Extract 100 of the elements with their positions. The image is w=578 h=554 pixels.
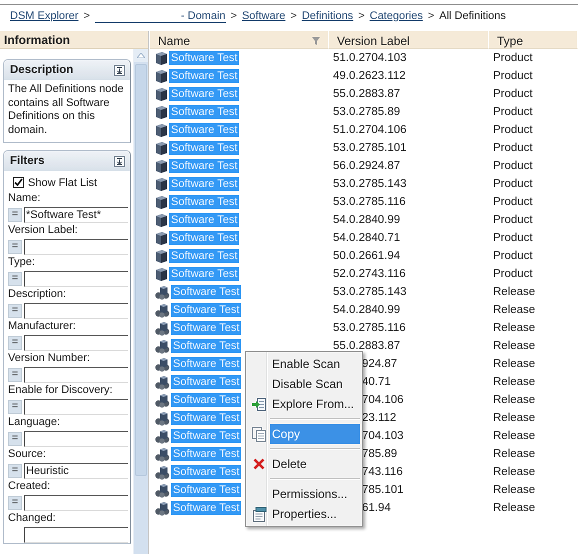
column-header[interactable]: Name: [150, 31, 329, 49]
filter-field[interactable]: [24, 430, 128, 446]
table-cell: Product: [493, 70, 533, 82]
filter-field[interactable]: [24, 398, 128, 414]
menu-item[interactable]: Disable Scan: [270, 374, 360, 394]
box-icon: [155, 212, 168, 228]
breadcrumb-link[interactable]: Definitions: [302, 10, 354, 23]
table-cell: 54.0.2840.99: [333, 304, 400, 316]
column-header[interactable]: Type: [489, 31, 578, 49]
menu-item[interactable]: Properties...: [270, 504, 360, 524]
filter-field[interactable]: [24, 366, 128, 382]
filter-field[interactable]: [24, 494, 128, 510]
table-cell: Product: [493, 250, 533, 262]
name-cell[interactable]: Software Test: [171, 303, 242, 317]
table-cell: Release: [493, 412, 536, 424]
explore-icon: [252, 398, 266, 410]
name-cell[interactable]: Software Test: [171, 357, 242, 371]
box-icon: [155, 248, 168, 264]
filter-field[interactable]: [24, 526, 128, 542]
breadcrumb-link[interactable]: Categories: [370, 10, 423, 23]
operator-button[interactable]: =: [8, 240, 22, 254]
table-cell: Release: [493, 376, 536, 388]
name-cell[interactable]: Software Test: [171, 465, 242, 479]
operator-button[interactable]: =: [8, 336, 22, 350]
filter-field[interactable]: [24, 238, 128, 254]
name-cell[interactable]: Software Test: [169, 51, 240, 65]
operator-button[interactable]: =: [8, 304, 22, 318]
name-cell[interactable]: Software Test: [169, 159, 240, 173]
box-icon: [155, 230, 168, 246]
breadcrumb-link[interactable]: Software: [242, 10, 286, 23]
name-cell[interactable]: Software Test: [171, 501, 242, 515]
name-cell[interactable]: Software Test: [171, 483, 242, 497]
filter-field[interactable]: Heuristic: [24, 462, 128, 478]
menu-item[interactable]: Delete: [270, 454, 360, 474]
breadcrumb-link[interactable]: DSM Explorer: [10, 10, 78, 23]
scrollbar[interactable]: [133, 49, 148, 554]
filter-field[interactable]: [24, 334, 128, 350]
name-cell[interactable]: Software Test: [171, 285, 242, 299]
description-text: The All Definitions node contains all Software Definitions on this domain.: [7, 82, 125, 138]
table-cell: Release: [493, 502, 536, 514]
name-cell[interactable]: Software Test: [169, 267, 240, 281]
collapse-icon[interactable]: [114, 156, 125, 166]
menu-item[interactable]: Permissions...: [270, 484, 360, 504]
name-cell[interactable]: Software Test: [171, 429, 242, 443]
table-cell: Release: [493, 340, 536, 352]
filter-field[interactable]: [24, 270, 128, 286]
operator-button[interactable]: =: [8, 368, 22, 382]
boxes-icon: [155, 410, 170, 426]
table-cell: Product: [493, 88, 533, 100]
checkbox-label: Show Flat List: [28, 176, 98, 188]
operator-button[interactable]: =: [8, 496, 22, 510]
name-cell[interactable]: Software Test: [169, 141, 240, 155]
table-cell: Product: [493, 232, 533, 244]
name-cell[interactable]: Software Test: [171, 393, 242, 407]
name-cell[interactable]: Software Test: [171, 411, 242, 425]
name-cell[interactable]: Software Test: [169, 87, 240, 101]
name-cell[interactable]: Software Test: [171, 321, 242, 335]
menu-item[interactable]: Enable Scan: [270, 354, 360, 374]
filter-field[interactable]: *Software Test*: [24, 206, 128, 222]
name-cell[interactable]: Software Test: [169, 231, 240, 245]
table-cell: 53.0.2785.116: [333, 196, 406, 208]
breadcrumb-separator: >: [230, 10, 237, 23]
table-cell: 49.0.2623.112: [333, 70, 406, 82]
table-cell: 56.0.2924.87: [333, 160, 400, 172]
checkbox[interactable]: [13, 177, 24, 188]
table-cell: 55.0.2883.87: [333, 88, 400, 100]
operator-button[interactable]: =: [8, 208, 22, 222]
name-cell[interactable]: Software Test: [169, 213, 240, 227]
operator-button[interactable]: =: [8, 464, 22, 478]
name-cell[interactable]: Software Test: [171, 339, 242, 353]
boxes-icon: [155, 320, 170, 336]
filter-field[interactable]: [24, 302, 128, 318]
name-cell[interactable]: Software Test: [169, 195, 240, 209]
box-icon: [155, 104, 168, 120]
name-cell[interactable]: Software Test: [169, 177, 240, 191]
name-cell[interactable]: Software Test: [169, 105, 240, 119]
name-cell[interactable]: Software Test: [169, 69, 240, 83]
table-cell: Release: [493, 322, 536, 334]
menu-item[interactable]: Copy: [270, 424, 360, 444]
table-cell: 53.0.2785.143: [333, 286, 407, 298]
box-icon: [155, 140, 168, 156]
table-cell: 51.0.2704.106: [333, 124, 407, 136]
table-cell: Product: [493, 160, 533, 172]
name-cell[interactable]: Software Test: [169, 123, 240, 137]
operator-button[interactable]: =: [8, 432, 22, 446]
operator-button[interactable]: =: [8, 272, 22, 286]
name-cell[interactable]: Software Test: [171, 375, 242, 389]
column-header[interactable]: Version Label: [329, 31, 489, 49]
card-title: Description: [10, 64, 74, 76]
box-icon: [155, 122, 168, 138]
operator-button[interactable]: =: [8, 400, 22, 414]
name-cell[interactable]: Software Test: [171, 447, 242, 461]
collapse-icon[interactable]: [114, 64, 125, 76]
breadcrumb-link[interactable]: - Domain: [94, 10, 226, 23]
breadcrumb-current: All Definitions: [439, 10, 506, 23]
field-label: Created:: [8, 479, 52, 494]
name-cell[interactable]: Software Test: [169, 249, 240, 263]
field-label: Version Number:: [8, 351, 91, 366]
menu-item[interactable]: Explore From...: [270, 394, 360, 414]
box-icon: [155, 176, 168, 192]
